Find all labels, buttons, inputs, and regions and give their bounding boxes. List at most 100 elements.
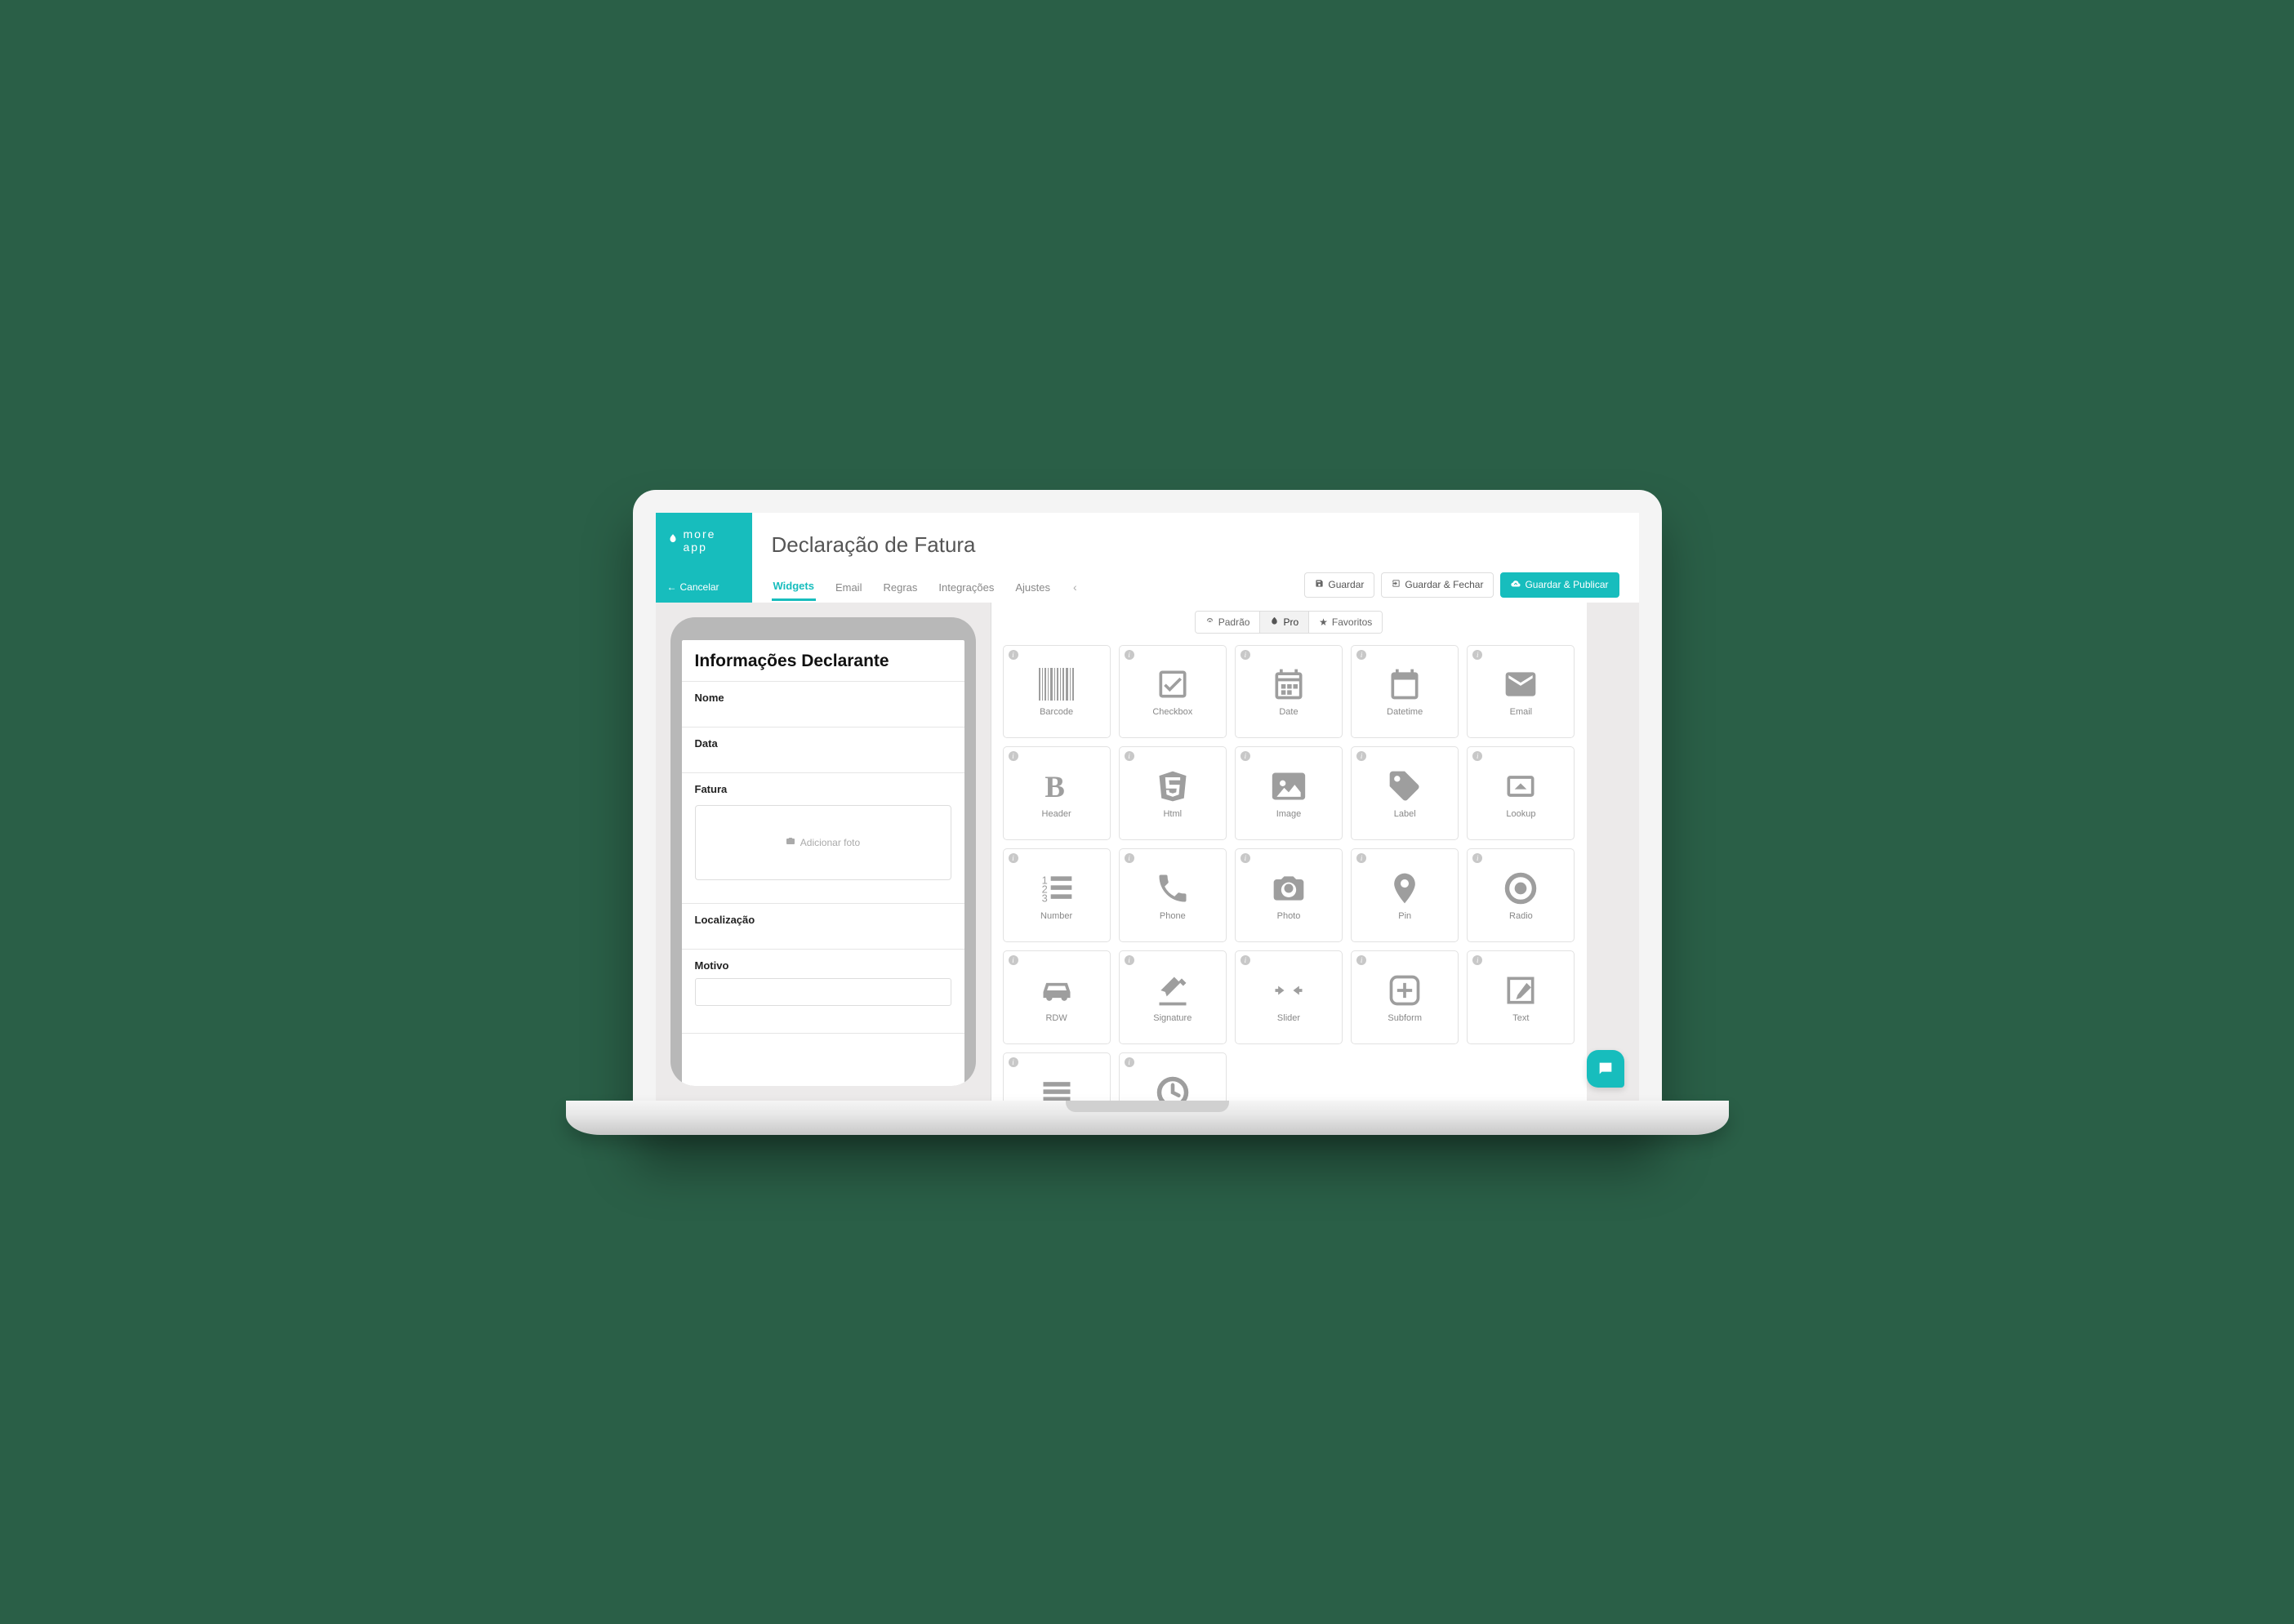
widget-number[interactable]: i123Number [1003,848,1111,942]
save-publish-button[interactable]: Guardar & Publicar [1500,572,1619,598]
page-title: Declaração de Fatura [772,532,1619,558]
widget-photo[interactable]: i Photo [1235,848,1343,942]
action-buttons: Guardar Guardar & Fechar Guardar & Publi… [1304,572,1619,603]
info-icon[interactable]: i [1009,955,1018,965]
widget-text[interactable]: i Text [1467,950,1575,1044]
brand-text: more app [684,527,741,554]
info-icon[interactable]: i [1472,751,1482,761]
signature-icon [1155,972,1191,1008]
email-icon [1503,666,1539,702]
widget-lookup[interactable]: i Lookup [1467,746,1575,840]
info-icon[interactable]: i [1241,751,1250,761]
lookup-icon [1503,768,1539,804]
phone-icon [1155,870,1191,906]
widget-image[interactable]: iImage [1235,746,1343,840]
slider-icon [1271,972,1307,1008]
filter-padrao[interactable]: Padrão [1196,612,1261,633]
info-icon[interactable]: i [1125,1057,1134,1067]
info-icon[interactable]: i [1241,853,1250,863]
widget-barcode[interactable]: iBarcode [1003,645,1111,739]
pin-icon [1387,870,1423,906]
widget-slider[interactable]: iSlider [1235,950,1343,1044]
title-area: Declaração de Fatura Widgets Email Regra… [752,513,1639,603]
info-icon[interactable]: i [1472,853,1482,863]
field-fatura[interactable]: Fatura Adicionar foto [682,773,964,904]
tab-regras[interactable]: Regras [881,575,919,600]
cancel-button[interactable]: ← Cancelar [667,581,741,593]
widget-label: RDW [1045,1013,1067,1023]
tab-integracoes[interactable]: Integrações [937,575,996,600]
widget-label[interactable]: iLabel [1351,746,1459,840]
field-motivo[interactable]: Motivo [682,950,964,1034]
field-nome[interactable]: Nome [682,682,964,727]
tab-email[interactable]: Email [834,575,864,600]
widget-grid: iBarcodeiCheckboxiDateiDatetimeiEmailiBH… [991,642,1587,1101]
svg-text:B: B [1045,770,1064,803]
tab-ajustes[interactable]: Ajustes [1013,575,1052,600]
widget-rdw[interactable]: i RDW [1003,950,1111,1044]
filter-pro[interactable]: Pro [1260,612,1309,633]
barcode-icon [1039,666,1075,702]
info-icon[interactable]: i [1125,751,1134,761]
widget-label: Photo [1277,911,1301,921]
filter-favoritos-label: Favoritos [1332,616,1372,628]
info-icon[interactable]: i [1009,650,1018,660]
info-icon[interactable]: i [1472,955,1482,965]
info-icon[interactable]: i [1125,650,1134,660]
field-data[interactable]: Data [682,727,964,773]
save-publish-label: Guardar & Publicar [1525,579,1608,590]
image-icon [1271,768,1307,804]
widget-label: Html [1163,809,1182,819]
info-icon[interactable]: i [1125,955,1134,965]
info-icon[interactable]: i [1241,650,1250,660]
label-localizacao: Localização [695,914,951,926]
info-icon[interactable]: i [1356,853,1366,863]
widget-html[interactable]: i Html [1119,746,1227,840]
widget-filters: Padrão Pro ★ Favoritos [991,603,1587,642]
info-icon[interactable]: i [1356,751,1366,761]
save-close-button[interactable]: Guardar & Fechar [1381,572,1494,598]
filter-favoritos[interactable]: ★ Favoritos [1309,612,1382,633]
widget-pin[interactable]: iPin [1351,848,1459,942]
side-gap [1587,603,1639,1101]
info-icon[interactable]: i [1009,751,1018,761]
widget-label: Email [1510,707,1533,717]
info-icon[interactable]: i [1356,955,1366,965]
tab-widgets[interactable]: Widgets [772,573,816,601]
widget-email[interactable]: i Email [1467,645,1575,739]
textarea-icon [1039,1075,1075,1101]
info-icon[interactable]: i [1241,955,1250,965]
laptop-notch [1066,1101,1229,1112]
widget-label: Lookup [1506,809,1535,819]
widget-phone[interactable]: iPhone [1119,848,1227,942]
exit-icon [1392,579,1401,590]
save-button[interactable]: Guardar [1304,572,1374,598]
widget-textarea[interactable]: iText Area [1003,1052,1111,1100]
widget-radio[interactable]: i Radio [1467,848,1575,942]
label-nome: Nome [695,692,951,704]
widget-date[interactable]: iDate [1235,645,1343,739]
widget-datetime[interactable]: iDatetime [1351,645,1459,739]
widget-label: Text [1512,1013,1529,1023]
widget-time[interactable]: iTime [1119,1052,1227,1100]
label-motivo: Motivo [695,959,951,972]
gauge-icon [1205,616,1214,628]
info-icon[interactable]: i [1125,853,1134,863]
tabs-scroll-left-icon[interactable]: ‹ [1070,577,1080,597]
info-icon[interactable]: i [1472,650,1482,660]
cloud-upload-icon [1511,579,1521,591]
cancel-label: Cancelar [680,581,719,593]
add-photo-dropzone[interactable]: Adicionar foto [695,805,951,880]
widget-checkbox[interactable]: iCheckbox [1119,645,1227,739]
chat-fab[interactable] [1587,1050,1624,1088]
widget-header[interactable]: iBHeader [1003,746,1111,840]
widget-subform[interactable]: iSubform [1351,950,1459,1044]
app-screen: more app ← Cancelar Declaração de Fatura… [656,513,1639,1101]
field-localizacao[interactable]: Localização [682,904,964,950]
widget-signature[interactable]: iSignature [1119,950,1227,1044]
info-icon[interactable]: i [1356,650,1366,660]
info-icon[interactable]: i [1009,853,1018,863]
motivo-textarea[interactable] [695,978,951,1006]
info-icon[interactable]: i [1009,1057,1018,1067]
widget-label: Radio [1509,911,1533,921]
